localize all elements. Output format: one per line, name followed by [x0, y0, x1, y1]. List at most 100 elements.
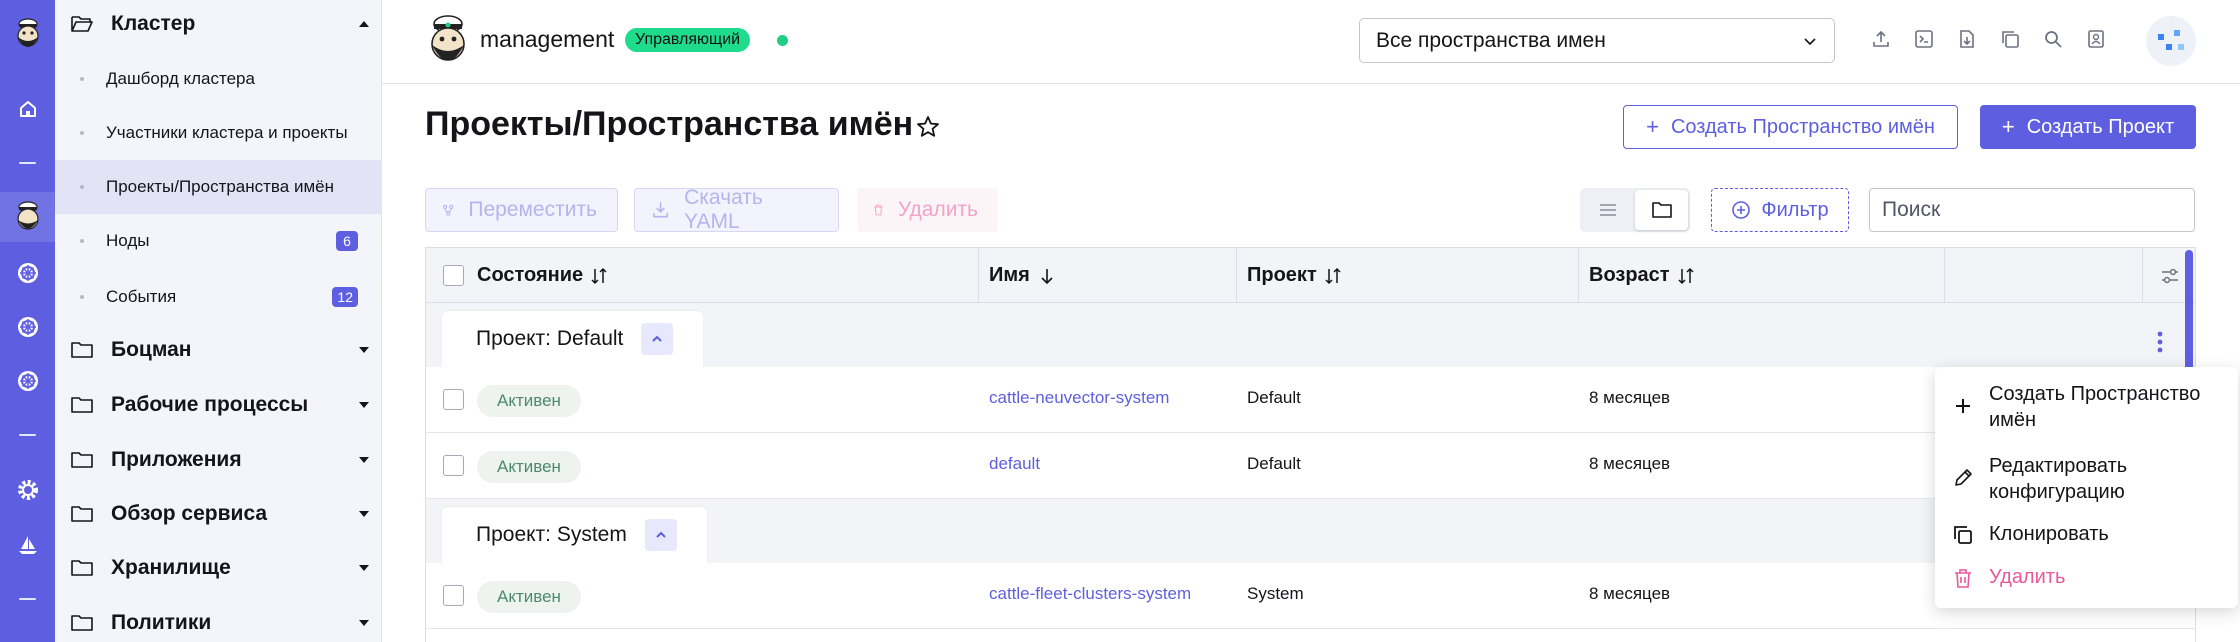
- create-project-button[interactable]: + Создать Проект: [1980, 105, 2196, 149]
- table-row[interactable]: Активен cattle-neuvector-system Default …: [426, 367, 2195, 433]
- copy-icon: [1954, 526, 1972, 544]
- chevron-down-icon: [1804, 37, 1816, 45]
- settings-gear-icon[interactable]: [11, 473, 44, 506]
- nav-item-nodes[interactable]: Ноды 6: [55, 214, 382, 268]
- bullet-dot: [80, 295, 84, 299]
- nav-group-storage[interactable]: Хранилище: [71, 548, 371, 588]
- rail-divider: [19, 434, 36, 436]
- nav-item-projects-namespaces[interactable]: Проекты/Пространства имён: [55, 160, 382, 214]
- nav-group-cluster[interactable]: Кластер: [71, 4, 371, 44]
- list-icon: [1599, 204, 1616, 216]
- column-label: Возраст: [1589, 264, 1670, 286]
- folder-icon: [71, 342, 93, 358]
- group-tab: Проект: Default: [442, 311, 704, 367]
- cluster-logo: [424, 14, 472, 68]
- table-row[interactable]: Активен default Default 8 месяцев: [426, 433, 2195, 499]
- filter-button[interactable]: Фильтр: [1711, 188, 1849, 232]
- user-avatar[interactable]: [2146, 16, 2196, 66]
- download-kubeconfig-icon[interactable]: [1955, 27, 1979, 51]
- row-checkbox[interactable]: [443, 585, 464, 606]
- kubectl-shell-icon[interactable]: [1912, 27, 1936, 51]
- nav-group-workloads[interactable]: Рабочие процессы: [71, 385, 371, 425]
- namespace-link[interactable]: cattle-neuvector-system: [989, 388, 1169, 408]
- create-namespace-button[interactable]: + Создать Пространство имён: [1623, 105, 1958, 149]
- download-yaml-button[interactable]: Скачать YAML: [634, 186, 839, 233]
- group-label: Проект: Default: [476, 327, 624, 350]
- top-header: management Управляющий Все пространства …: [382, 0, 2240, 84]
- kubernetes-cluster-icon[interactable]: [11, 256, 44, 289]
- column-divider: [1236, 248, 1237, 303]
- column-header-project[interactable]: Проект: [1247, 248, 1343, 303]
- filter-label: Фильтр: [1761, 198, 1829, 221]
- chevron-up-icon: [359, 21, 369, 27]
- project-cell: Default: [1247, 388, 1301, 407]
- group-actions-kebab-icon[interactable]: [2157, 330, 2163, 354]
- folder-icon: [71, 506, 93, 522]
- nav-item-events[interactable]: События 12: [55, 270, 382, 324]
- nav-group-policies[interactable]: Политики: [71, 603, 371, 642]
- sort-both-icon: [1678, 267, 1694, 284]
- bullet-dot: [80, 131, 84, 135]
- nav-item-label: Ноды: [106, 231, 150, 250]
- collapse-group-button[interactable]: [641, 323, 674, 355]
- namespace-filter-select[interactable]: Все пространства имен: [1359, 18, 1835, 63]
- menu-item-delete[interactable]: Удалить: [1935, 564, 2238, 590]
- group-by-project-view-button[interactable]: [1635, 190, 1688, 230]
- column-divider: [1578, 248, 1579, 303]
- kubernetes-cluster-icon[interactable]: [11, 310, 44, 343]
- delete-button[interactable]: Удалить: [857, 188, 998, 232]
- copy-kubeconfig-icon[interactable]: [1998, 27, 2022, 51]
- menu-item-edit-config[interactable]: Редактировать конфигурацию: [1935, 453, 2238, 505]
- project-cell: Default: [1247, 454, 1301, 473]
- chevron-down-icon: [359, 402, 369, 408]
- plus-icon: [1956, 399, 1970, 413]
- menu-item-create-namespace[interactable]: Создать Пространство имён: [1935, 381, 2238, 433]
- column-header-state[interactable]: Состояние: [477, 248, 609, 303]
- account-icon[interactable]: [2084, 27, 2108, 51]
- cluster-name[interactable]: management: [480, 26, 614, 53]
- nav-group-label: Кластер: [111, 12, 196, 35]
- rail-divider: [19, 598, 36, 600]
- column-divider: [978, 248, 979, 303]
- count-badge: 6: [336, 231, 358, 251]
- column-settings-button[interactable]: [2160, 248, 2180, 303]
- menu-item-clone[interactable]: Клонировать: [1935, 521, 2238, 547]
- search-icon[interactable]: [2041, 27, 2065, 51]
- import-yaml-icon[interactable]: [1869, 27, 1893, 51]
- nav-group-label: Политики: [111, 611, 212, 634]
- move-button[interactable]: Переместить: [425, 188, 618, 232]
- nav-item-cluster-members[interactable]: Участники кластера и проекты: [55, 106, 382, 160]
- sort-descending-icon: [1041, 268, 1053, 284]
- chevron-up-icon: [652, 335, 663, 342]
- cluster-management-icon[interactable]: [11, 200, 44, 233]
- nav-item-cluster-dashboard[interactable]: Дашборд кластера: [55, 52, 382, 106]
- search-input[interactable]: [1869, 188, 2195, 232]
- column-divider: [2142, 248, 2143, 303]
- nav-group-botsman[interactable]: Боцман: [71, 330, 371, 370]
- row-checkbox[interactable]: [443, 389, 464, 410]
- namespace-link[interactable]: cattle-fleet-clusters-system: [989, 584, 1191, 604]
- select-all-checkbox[interactable]: [443, 265, 464, 286]
- flat-list-view-button[interactable]: [1580, 188, 1635, 232]
- kubernetes-cluster-icon[interactable]: [11, 364, 44, 397]
- sort-both-icon: [1325, 267, 1341, 284]
- column-header-name[interactable]: Имя: [989, 248, 1056, 303]
- table-row[interactable]: Активен cattle-fleet-clusters-system Sys…: [426, 563, 2195, 629]
- column-header-age[interactable]: Возраст: [1589, 248, 1696, 303]
- home-icon[interactable]: [11, 92, 44, 125]
- app-logo[interactable]: [11, 17, 44, 51]
- menu-item-label: Создать Пространство имён: [1989, 383, 2201, 431]
- bullet-dot: [80, 185, 84, 189]
- nav-group-apps[interactable]: Приложения: [71, 440, 371, 480]
- plus-icon: +: [2001, 114, 2015, 139]
- namespace-link[interactable]: default: [989, 454, 1040, 474]
- fleet-sailboat-icon[interactable]: [11, 528, 44, 561]
- collapse-group-button[interactable]: [644, 519, 677, 551]
- nav-group-service-discovery[interactable]: Обзор сервиса: [71, 494, 371, 534]
- favorite-star-icon[interactable]: [915, 114, 941, 140]
- row-checkbox[interactable]: [443, 455, 464, 476]
- nav-group-label: Рабочие процессы: [111, 393, 309, 416]
- column-label: Состояние: [477, 264, 584, 286]
- group-header-system: Проект: System: [426, 499, 2195, 563]
- pencil-icon: [1955, 469, 1972, 486]
